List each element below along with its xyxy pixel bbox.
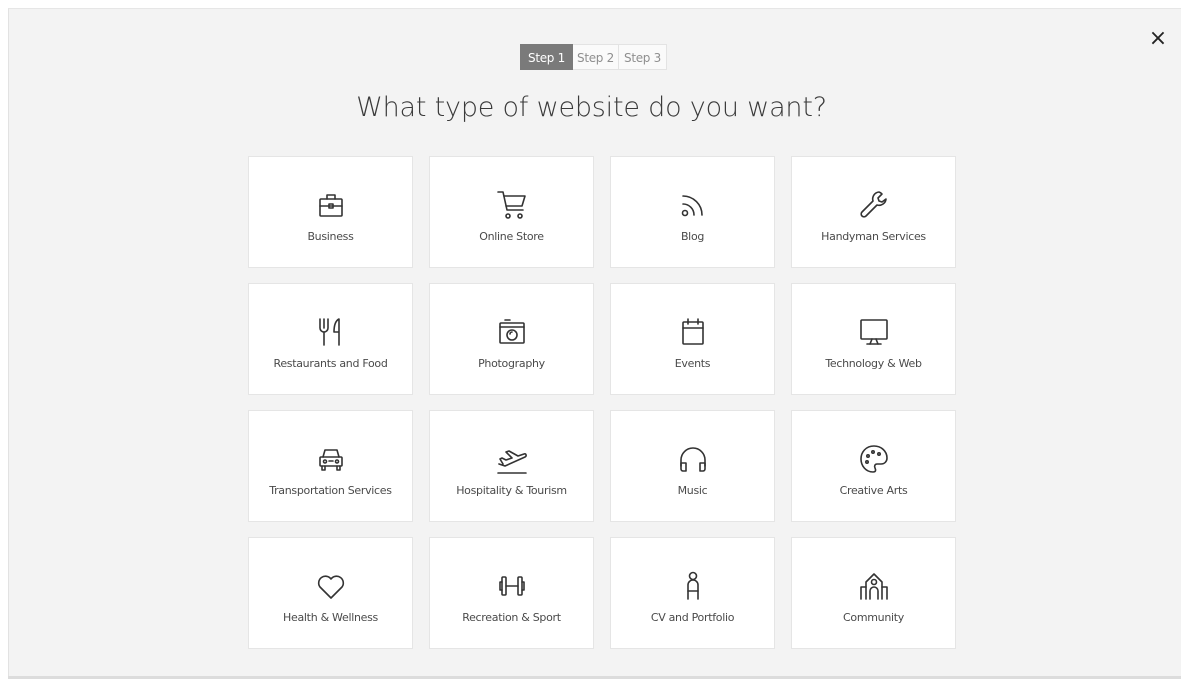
- category-label: Photography: [478, 357, 545, 370]
- category-label: Music: [677, 484, 708, 497]
- camera-icon: [494, 314, 530, 350]
- category-card-blog[interactable]: Blog: [610, 156, 775, 268]
- category-label: Restaurants and Food: [273, 357, 388, 370]
- category-card-restaurants-and-food[interactable]: Restaurants and Food: [248, 283, 413, 395]
- category-label: CV and Portfolio: [650, 611, 735, 624]
- dumbbell-icon: [494, 568, 530, 604]
- category-card-photography[interactable]: Photography: [429, 283, 594, 395]
- step-indicator: Step 1 Step 2 Step 3: [520, 44, 667, 70]
- category-label: Creative Arts: [839, 484, 908, 497]
- category-label: Handyman Services: [821, 230, 926, 243]
- category-label: Blog: [680, 230, 705, 243]
- category-card-events[interactable]: Events: [610, 283, 775, 395]
- category-label: Technology & Web: [825, 357, 922, 370]
- cart-icon: [494, 187, 530, 223]
- briefcase-icon: [313, 187, 349, 223]
- palette-icon: [856, 441, 892, 477]
- heart-icon: [313, 568, 349, 604]
- category-label: Business: [307, 230, 354, 243]
- wrench-icon: [856, 187, 892, 223]
- step-1-tab[interactable]: Step 1: [520, 44, 573, 70]
- category-label: Events: [674, 357, 711, 370]
- website-type-grid: Business Online Store Blog Handyman Serv…: [248, 156, 956, 649]
- step-2-tab[interactable]: Step 2: [573, 44, 619, 70]
- category-card-online-store[interactable]: Online Store: [429, 156, 594, 268]
- category-card-business[interactable]: Business: [248, 156, 413, 268]
- page-title: What type of website do you want?: [356, 92, 827, 123]
- utensils-icon: [313, 314, 349, 350]
- calendar-icon: [675, 314, 711, 350]
- category-card-transportation-services[interactable]: Transportation Services: [248, 410, 413, 522]
- person-icon: [675, 568, 711, 604]
- category-label: Recreation & Sport: [462, 611, 561, 624]
- category-card-health-wellness[interactable]: Health & Wellness: [248, 537, 413, 649]
- plane-icon: [494, 441, 530, 477]
- category-card-music[interactable]: Music: [610, 410, 775, 522]
- close-button[interactable]: ×: [1148, 28, 1168, 50]
- category-card-hospitality-tourism[interactable]: Hospitality & Tourism: [429, 410, 594, 522]
- category-label: Hospitality & Tourism: [456, 484, 567, 497]
- rss-icon: [675, 187, 711, 223]
- building-icon: [856, 568, 892, 604]
- category-label: Health & Wellness: [283, 611, 378, 624]
- category-card-handyman-services[interactable]: Handyman Services: [791, 156, 956, 268]
- step-3-tab[interactable]: Step 3: [619, 44, 667, 70]
- category-label: Community: [843, 611, 904, 624]
- category-card-creative-arts[interactable]: Creative Arts: [791, 410, 956, 522]
- category-label: Online Store: [479, 230, 544, 243]
- category-label: Transportation Services: [269, 484, 392, 497]
- monitor-icon: [856, 314, 892, 350]
- car-icon: [313, 441, 349, 477]
- headphones-icon: [675, 441, 711, 477]
- category-card-technology-web[interactable]: Technology & Web: [791, 283, 956, 395]
- category-card-recreation-sport[interactable]: Recreation & Sport: [429, 537, 594, 649]
- category-card-community[interactable]: Community: [791, 537, 956, 649]
- category-card-cv-and-portfolio[interactable]: CV and Portfolio: [610, 537, 775, 649]
